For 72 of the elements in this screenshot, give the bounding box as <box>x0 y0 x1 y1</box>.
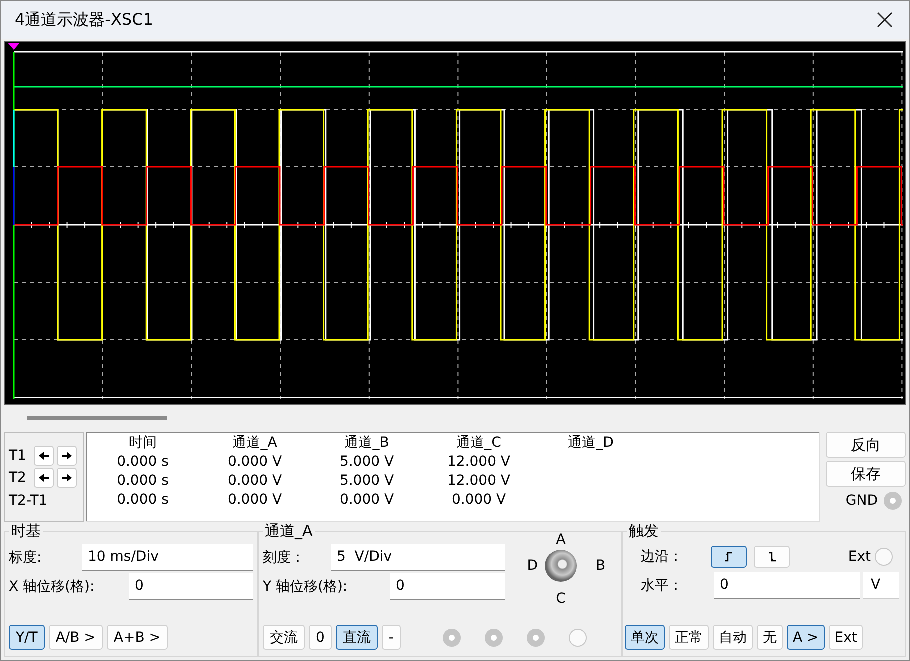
left-arrow-button[interactable] <box>34 446 54 466</box>
mode-button[interactable]: 直流 <box>336 625 378 650</box>
input-field[interactable]: 10 ms/Div <box>82 544 253 571</box>
channel-label[interactable]: A <box>556 532 566 548</box>
table-cell-text: 12.000 V <box>446 472 512 491</box>
field-label: 边沿： <box>641 548 684 566</box>
channel-label[interactable]: D <box>527 558 538 574</box>
side-button[interactable]: 反向 <box>826 432 906 458</box>
table-cell-text: 0.000 V <box>226 491 284 510</box>
right-arrow-icon <box>62 472 72 482</box>
table-cell-text: 0.000 s <box>116 491 170 510</box>
mode-button[interactable]: 单次 <box>625 625 665 650</box>
rising-edge-button[interactable] <box>711 546 747 568</box>
input-field[interactable]: 0 <box>390 573 505 600</box>
mode-button[interactable]: 正常 <box>669 625 709 650</box>
input-field[interactable]: 0 <box>129 573 253 600</box>
table-cell-text: 5.000 V <box>338 472 396 491</box>
input-field[interactable]: 0 <box>714 572 860 599</box>
right-arrow-button[interactable] <box>57 468 77 488</box>
mode-button[interactable]: A/B > <box>48 625 103 650</box>
mode-button[interactable]: 0 <box>309 625 332 650</box>
mode-button[interactable]: 交流 <box>263 625 305 650</box>
right-arrow-button[interactable] <box>57 446 77 466</box>
field-label: 刻度： <box>263 548 306 566</box>
left-arrow-button[interactable] <box>34 468 54 488</box>
falling-edge-icon <box>767 552 777 562</box>
selector-knob[interactable] <box>545 550 577 582</box>
column-header: 通道_B <box>344 434 390 453</box>
mode-button[interactable]: 自动 <box>713 625 753 650</box>
close-icon[interactable] <box>877 12 893 28</box>
column-header: 通道_A <box>232 434 278 453</box>
table-cell-text: 5.000 V <box>338 453 396 472</box>
table-cell-text: 0.000 V <box>226 472 284 491</box>
table-cell-text: 0.000 s <box>116 453 170 472</box>
group-title: 触发 <box>628 522 660 541</box>
ext-label: Ext <box>848 549 871 565</box>
rising-edge-icon <box>724 552 734 562</box>
group-title: 通道_A <box>264 522 314 541</box>
mode-button[interactable]: A > <box>787 625 825 650</box>
mode-button[interactable]: Ext <box>828 625 864 650</box>
field-label: X 轴位移(格): <box>9 578 96 596</box>
channel-label[interactable]: C <box>556 591 566 607</box>
side-button[interactable]: 保存 <box>826 461 906 487</box>
input-field[interactable]: 5 V/Div <box>331 544 505 571</box>
cursor-label: T1 <box>9 448 28 464</box>
cursor-diff-label: T2-T1 <box>9 492 49 508</box>
falling-edge-button[interactable] <box>754 546 790 568</box>
scrollbar-thumb[interactable] <box>27 416 167 420</box>
column-header: 通道_C <box>456 434 502 453</box>
unit-box[interactable]: V <box>863 572 899 599</box>
table-cell-text: 12.000 V <box>446 453 512 472</box>
mode-button[interactable]: Y/T <box>9 625 45 650</box>
mode-button[interactable]: 无 <box>757 625 783 650</box>
group-title: 时基 <box>10 522 42 541</box>
column-header: 时间 <box>128 434 158 453</box>
table-cell-text: 0.000 V <box>226 453 284 472</box>
cursor-label: T2 <box>9 470 28 486</box>
table-cell-text: 0.000 V <box>338 491 396 510</box>
table-cell-text: 0.000 s <box>116 472 170 491</box>
right-arrow-icon <box>62 450 72 460</box>
window-title: 4通道示波器-XSC1 <box>15 10 154 30</box>
column-header: 通道_D <box>567 434 615 453</box>
gnd-label: GND <box>846 493 878 509</box>
field-label: 水平： <box>641 576 684 594</box>
field-label: Y 轴位移(格): <box>263 578 349 596</box>
mode-button[interactable]: A+B > <box>106 625 168 650</box>
left-arrow-icon <box>39 450 49 460</box>
mode-button[interactable]: - <box>382 625 401 650</box>
channel-label[interactable]: B <box>596 558 606 574</box>
left-arrow-icon <box>39 472 49 482</box>
field-label: 标度: <box>9 548 43 566</box>
table-cell-text: 0.000 V <box>450 491 508 510</box>
